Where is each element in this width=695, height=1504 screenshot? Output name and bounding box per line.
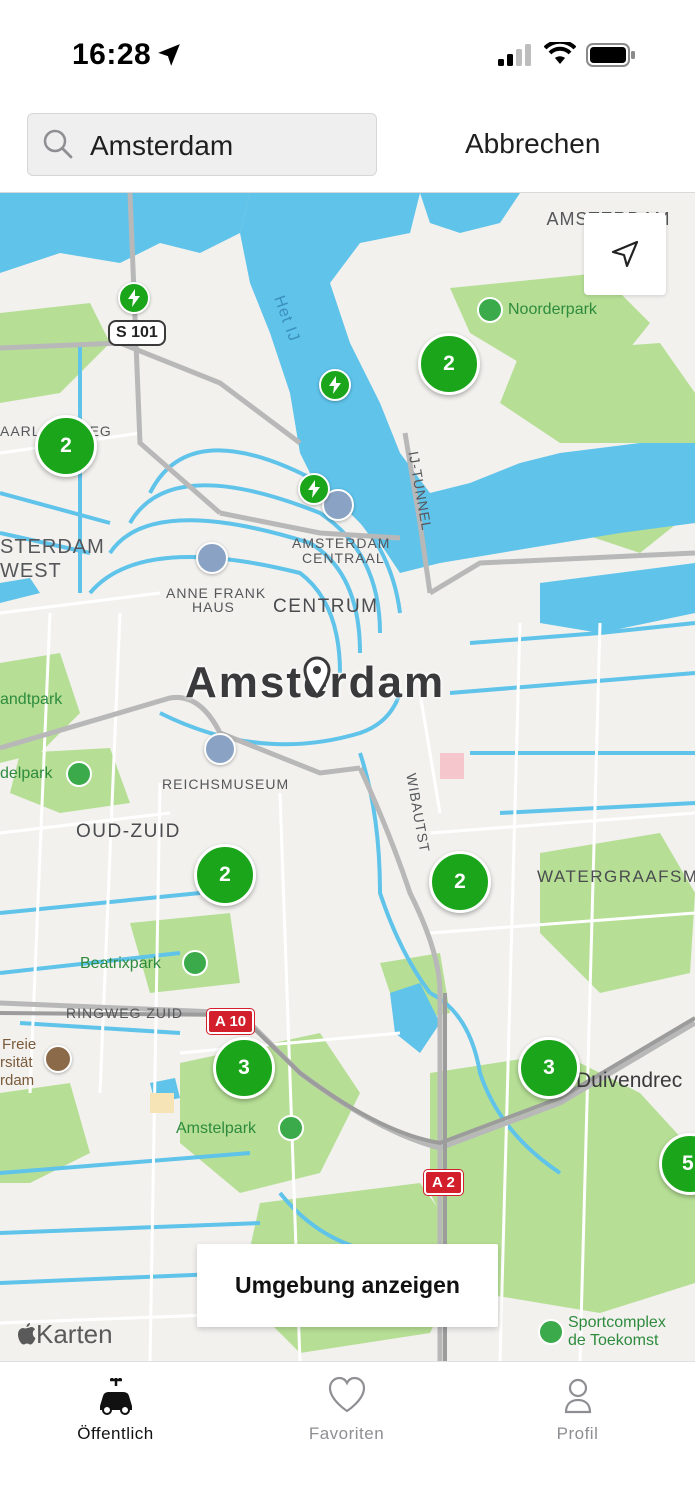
area-label-amsterdam-west-2: WEST	[0, 560, 62, 582]
poi-label-sportcomplex-1: Sportcomplex	[568, 1314, 666, 1331]
search-input[interactable]	[90, 126, 360, 166]
park-label-noorderpark: Noorderpark	[508, 301, 597, 318]
search-icon	[43, 129, 73, 159]
area-label-amsterdam-west-1: STERDAM	[0, 536, 105, 558]
poi-label-sportcomplex-2: de Toekomst	[568, 1332, 659, 1349]
park-icon-amstelpark	[278, 1115, 304, 1141]
lightning-icon	[128, 289, 140, 307]
park-icon-beatrixpark	[182, 950, 208, 976]
search-bar: Abbrechen	[0, 100, 695, 192]
park-icon-noorderpark	[477, 297, 503, 323]
park-label-beatrixpark: Beatrixpark	[80, 955, 161, 972]
poi-label-vrije-universiteit-1: Freie	[2, 1036, 37, 1053]
maps-attribution-label: Karten	[36, 1319, 113, 1349]
charger-marker[interactable]	[118, 282, 150, 314]
locate-me-button[interactable]	[584, 213, 666, 295]
street-label-ringweg-zuid: RINGWEG ZUID	[66, 1005, 183, 1021]
poi-label-reichsmuseum: REICHSMUSEUM	[162, 776, 290, 792]
poi-label-anne-frank-2: HAUS	[192, 599, 235, 615]
wifi-icon	[544, 42, 576, 64]
lightning-icon	[329, 376, 341, 394]
district-label-centrum: CENTRUM	[273, 596, 379, 617]
status-bar: 16:28	[0, 0, 695, 100]
district-label-oud-zuid: OUD-ZUID	[76, 821, 181, 842]
tab-profile[interactable]: Profil	[462, 1362, 693, 1462]
maps-attribution[interactable]: Karten	[18, 1319, 113, 1350]
charger-cluster[interactable]: 2	[418, 333, 480, 395]
park-label-amstelpark: Amstelpark	[176, 1120, 257, 1137]
poi-icon-reichsmuseum[interactable]	[204, 733, 236, 765]
university-icon[interactable]	[44, 1045, 72, 1073]
tab-favorites[interactable]: Favoriten	[231, 1362, 462, 1462]
park-label-vondelpark: delpark	[0, 765, 53, 782]
road-shield-s101: S 101	[108, 320, 166, 346]
show-nearby-button[interactable]: Umgebung anzeigen	[197, 1244, 498, 1327]
cellular-signal-icon	[498, 44, 531, 66]
map-base-layer	[0, 193, 695, 1361]
charger-marker[interactable]	[298, 473, 330, 505]
location-arrow-icon	[158, 44, 180, 66]
park-label-westerpark: andtpark	[0, 691, 63, 708]
map-view[interactable]: AMSTERDAM NOO AARL RWEG Het IJ IJ-TUNNEL…	[0, 192, 695, 1361]
road-shield-a10: A 10	[207, 1009, 255, 1034]
status-time: 16:28	[72, 38, 152, 71]
search-field[interactable]	[27, 113, 377, 176]
sport-icon-toekomst	[538, 1319, 564, 1345]
charger-cluster[interactable]: 3	[213, 1037, 275, 1099]
battery-icon	[586, 43, 635, 67]
charger-cluster[interactable]: 3	[518, 1037, 580, 1099]
apple-logo-icon	[18, 1323, 36, 1345]
area-label-duivendrecht: Duivendrec	[576, 1069, 683, 1092]
poi-icon-anne-frank-huis[interactable]	[196, 542, 228, 574]
park-icon-vondelpark	[66, 761, 92, 787]
poi-label-centraal-1: AMSTERDAM	[292, 535, 391, 551]
poi-label-vrije-universiteit-3: rdam	[0, 1072, 35, 1089]
cancel-button[interactable]: Abbrechen	[465, 128, 600, 160]
heart-icon	[328, 1376, 365, 1413]
tab-public[interactable]: Öffentlich	[0, 1362, 231, 1462]
charger-cluster[interactable]: 2	[429, 851, 491, 913]
charger-cluster[interactable]: 2	[194, 844, 256, 906]
tab-bar: Öffentlich Favoriten Profil	[0, 1361, 695, 1504]
tab-public-label: Öffentlich	[77, 1424, 154, 1443]
road-shield-a2: A 2	[424, 1170, 463, 1195]
charger-cluster[interactable]: 2	[35, 415, 97, 477]
navigation-arrow-icon	[611, 240, 639, 268]
charger-marker[interactable]	[319, 369, 351, 401]
tab-favorites-label: Favoriten	[308, 1424, 385, 1443]
tab-profile-label: Profil	[556, 1424, 599, 1443]
poi-label-vrije-universiteit-2: rsität	[0, 1054, 33, 1071]
district-label-watergraafsmeer: WATERGRAAFSMEER	[537, 867, 695, 886]
car-plug-icon	[99, 1378, 132, 1415]
poi-label-centraal-2: CENTRAAL	[302, 550, 385, 566]
lightning-icon	[308, 480, 320, 498]
person-icon	[564, 1378, 591, 1414]
city-pin-icon	[303, 656, 331, 699]
